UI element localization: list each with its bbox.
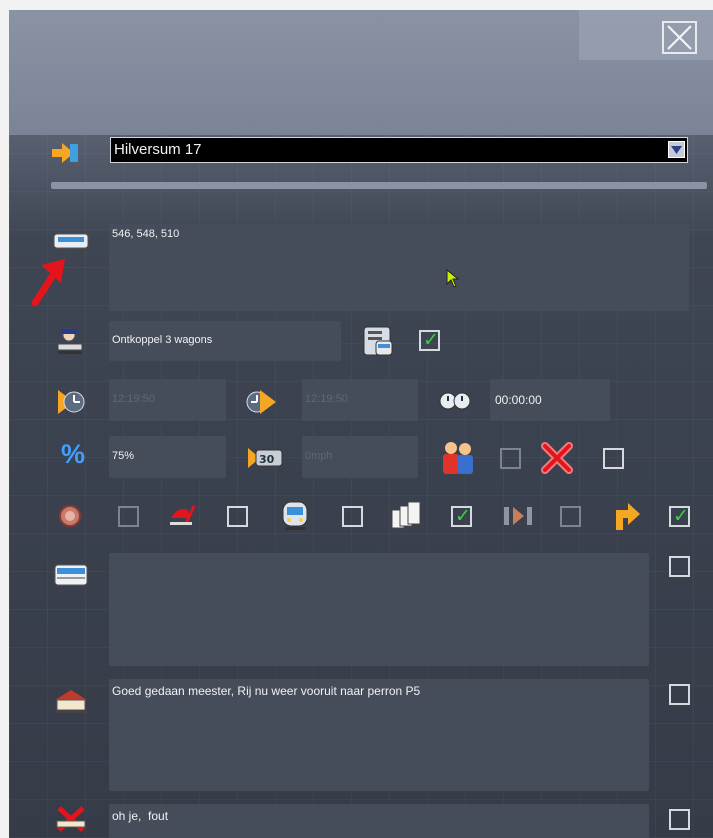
alarm-icon (57, 503, 83, 529)
instruction-text: Ontkoppel 3 wagons (112, 334, 213, 346)
cancel-icon (540, 441, 574, 475)
train-numbers-field[interactable]: 546, 548, 510 (109, 224, 689, 311)
turn-around-icon (612, 500, 642, 532)
timetable-board-icon[interactable] (360, 325, 396, 359)
fail-icon (53, 805, 91, 833)
percentage-text: 75% (112, 450, 135, 462)
percent-icon: % (61, 439, 86, 469)
check-icon: ✓ (673, 505, 689, 527)
arrival-time-text: 12:19:50 (112, 393, 155, 405)
pass-through-icon (502, 504, 534, 528)
fail-message-checkbox[interactable] (669, 809, 690, 830)
svg-text:30: 30 (259, 453, 275, 466)
turn-around-checkbox[interactable]: ✓ (669, 506, 690, 527)
check-icon: ✓ (423, 329, 439, 351)
separator (51, 182, 707, 189)
chevron-down-icon[interactable] (668, 141, 685, 158)
departure-time-text: 12:19:50 (305, 393, 348, 405)
red-arrow-icon (29, 255, 77, 309)
pantograph-icon (168, 502, 204, 530)
station-message-text: Goed gedaan meester, Rij nu weer vooruit… (112, 684, 421, 698)
station-icon (53, 688, 89, 714)
departure-time-field[interactable]: 12:19:50 (302, 379, 418, 421)
percentage-field[interactable]: 75% (109, 436, 226, 478)
mouse-cursor-icon (446, 268, 460, 289)
passengers-checkbox[interactable] (500, 448, 521, 469)
speed-field[interactable]: 0mph (302, 436, 418, 478)
fail-message-text: oh je, fout (112, 809, 169, 823)
duration-icon (439, 391, 471, 411)
pantograph-checkbox[interactable] (227, 506, 248, 527)
station-message-checkbox[interactable] (669, 684, 690, 705)
departure-time-icon (246, 388, 278, 416)
cancel-checkbox[interactable] (603, 448, 624, 469)
pass-through-checkbox[interactable] (560, 506, 581, 527)
train-car-icon (53, 232, 91, 256)
passengers-icon (438, 440, 478, 476)
destination-dropdown[interactable]: Hilversum 17 (110, 137, 688, 163)
alarm-checkbox[interactable] (118, 506, 139, 527)
station-message-field[interactable]: Goed gedaan meester, Rij nu weer vooruit… (109, 679, 649, 791)
destination-dropdown-value: Hilversum 17 (114, 141, 202, 158)
schedule-entry-panel: Hilversum 17 546, 548, 510 Ontkoppel 3 w… (9, 10, 713, 838)
fail-message-field[interactable]: oh je, fout (109, 804, 649, 838)
speed-text: 0mph (305, 450, 333, 462)
check-icon: ✓ (455, 505, 471, 527)
train-front-icon (277, 499, 313, 533)
close-icon (667, 25, 692, 50)
instruction-field[interactable]: Ontkoppel 3 wagons (109, 321, 341, 361)
arrival-time-icon (56, 388, 86, 416)
message-field[interactable] (109, 553, 649, 666)
train-numbers-text: 546, 548, 510 (112, 228, 180, 240)
documents-checkbox[interactable]: ✓ (451, 506, 472, 527)
arrival-time-field[interactable]: 12:19:50 (109, 379, 226, 421)
speed-limit-icon: 30 (246, 446, 284, 470)
close-button[interactable] (662, 21, 697, 54)
message-display-icon (53, 563, 91, 589)
driver-icon (55, 327, 85, 355)
message-checkbox[interactable] (669, 556, 690, 577)
train-front-checkbox[interactable] (342, 506, 363, 527)
duration-text: 00:00:00 (495, 393, 542, 407)
documents-icon (390, 500, 424, 532)
destination-icon (50, 140, 80, 166)
instruction-checkbox[interactable]: ✓ (419, 330, 440, 351)
duration-field[interactable]: 00:00:00 (490, 379, 610, 421)
